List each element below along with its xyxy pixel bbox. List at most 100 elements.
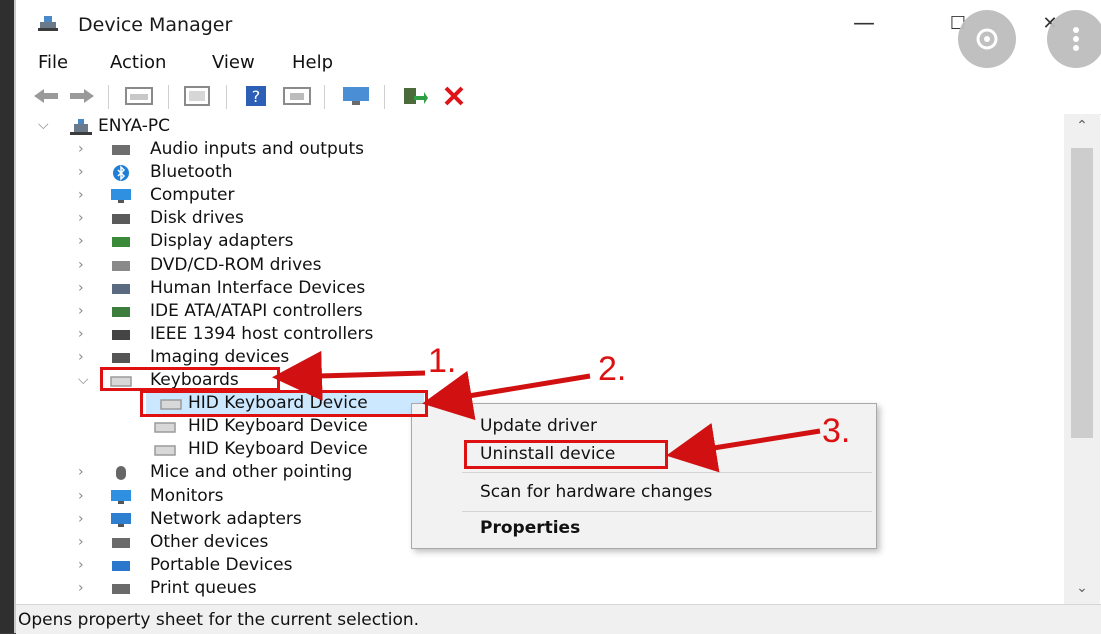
bluetooth-icon [113,165,129,182]
disk-drive-icon [112,214,130,225]
vertical-scrollbar[interactable]: ⌃ ⌄ [1064,114,1100,604]
tree-item-label: Monitors [150,485,224,506]
tree-category-item[interactable]: › Imaging devices [16,347,916,369]
unknown-device-icon [112,537,130,548]
menu-properties[interactable]: Properties [480,518,580,538]
tree-item-label: IEEE 1394 host controllers [150,323,374,344]
tree-item-label: Imaging devices [150,346,290,367]
monitor-icon [111,189,131,204]
monitor-toolbar-icon[interactable] [340,86,372,106]
tree-item-label: HID Keyboard Device [188,416,368,437]
chevron-right-icon[interactable]: › [78,326,84,342]
context-menu: Update driver Uninstall device Scan for … [411,403,877,549]
tree-category-item[interactable]: › Human Interface Devices [16,278,916,300]
highlight-uninstall [464,440,668,469]
uninstall-icon[interactable] [442,86,466,106]
network-icon [111,512,131,527]
chevron-right-icon[interactable]: › [78,257,84,273]
tree-category-item[interactable]: › IEEE 1394 host controllers [16,324,916,346]
monitor-icon [111,489,131,504]
chevron-right-icon[interactable]: › [78,511,84,527]
show-hide-console-tree-icon[interactable] [124,86,154,106]
svg-text:?: ? [252,87,261,106]
status-bar: Opens property sheet for the current sel… [16,604,1101,634]
chevron-down-icon[interactable]: ⌵ [78,372,89,388]
root-label: ENYA-PC [98,116,171,136]
properties-toolbar-icon[interactable] [182,86,212,106]
chevron-right-icon[interactable]: › [78,280,84,296]
tree-item-label: Mice and other pointing [150,462,353,483]
tree-item-label: Computer [150,185,235,206]
chevron-right-icon[interactable]: › [78,141,84,157]
view-icon[interactable] [282,86,312,106]
tree-item-label: Human Interface Devices [150,277,366,298]
menu-view[interactable]: View [212,52,255,73]
dvd-drive-icon [112,260,130,271]
portable-device-icon [112,560,130,571]
help-icon[interactable]: ? [244,86,270,106]
chevron-right-icon[interactable]: › [78,210,84,226]
tree-item-label: Display adapters [150,231,294,252]
chevron-right-icon[interactable]: › [78,557,84,573]
back-arrow-icon[interactable] [32,86,60,106]
keyboard-icon [154,445,176,457]
chevron-right-icon[interactable]: › [78,164,84,180]
chevron-right-icon[interactable]: › [78,187,84,203]
tree-category-item[interactable]: › Disk drives [16,208,916,230]
menu-separator [462,511,872,512]
mouse-icon [116,466,126,481]
hid-icon [112,283,130,294]
forward-arrow-icon[interactable] [68,86,96,106]
tree-category-item[interactable]: › Display adapters [16,231,916,253]
menu-update-driver[interactable]: Update driver [480,416,597,436]
printer-icon [112,583,130,594]
toolbar-separator [384,85,385,109]
annotation-step-1: 1. [428,342,457,380]
tree-root[interactable]: ⌵ ENYA-PC [16,116,616,138]
tree-category-item[interactable]: › Computer [16,185,916,207]
window-title: Device Manager [78,14,233,36]
tree-item-label: Disk drives [150,208,244,229]
menu-help[interactable]: Help [292,52,333,73]
device-manager-window: Device Manager — ☐ ✕ File Action View He… [14,0,1101,634]
scroll-down-icon[interactable]: ⌄ [1064,580,1100,596]
tree-category-item[interactable]: › Portable Devices [16,555,916,577]
tree-category-item[interactable]: › DVD/CD-ROM drives [16,255,916,277]
chevron-right-icon[interactable]: › [78,349,84,365]
menu-action[interactable]: Action [110,52,166,73]
computer-root-icon [70,119,92,135]
device-manager-icon [38,16,58,31]
menu-file[interactable]: File [38,52,68,73]
toolbar-separator [108,85,109,109]
tree-category-item[interactable]: › Audio inputs and outputs [16,139,916,161]
tree-category-item[interactable]: › Print queues [16,578,916,600]
tree-item-label: Other devices [150,531,269,552]
tree-item-label: DVD/CD-ROM drives [150,254,322,275]
menu-scan-hardware[interactable]: Scan for hardware changes [480,482,712,502]
minimize-button[interactable]: — [844,6,884,42]
camera-icon [112,352,130,363]
menu-bar: File Action View Help [16,46,1101,76]
display-adapter-icon [112,237,130,248]
chevron-right-icon[interactable]: › [78,580,84,596]
scrollbar-thumb[interactable] [1071,148,1093,438]
ieee1394-icon [112,329,130,340]
chevron-right-icon[interactable]: › [78,233,84,249]
annotation-step-3: 3. [822,412,851,450]
tree-category-item[interactable]: › Bluetooth [16,162,916,184]
chevron-right-icon[interactable]: › [78,488,84,504]
update-driver-icon[interactable] [400,86,428,106]
status-text: Opens property sheet for the current sel… [18,610,420,630]
scroll-up-icon[interactable]: ⌃ [1064,118,1100,134]
tree-item-label: Print queues [150,577,257,598]
chevron-right-icon[interactable]: › [78,464,84,480]
chevron-right-icon[interactable]: › [78,303,84,319]
toolbar: ? [16,78,1101,115]
toolbar-separator [324,85,325,109]
chevron-down-icon[interactable]: ⌵ [38,117,49,133]
title-bar: Device Manager — ☐ ✕ [16,0,1101,68]
chevron-right-icon[interactable]: › [78,534,84,550]
tree-item-label: HID Keyboard Device [188,439,368,460]
toolbar-separator [226,85,227,109]
tree-category-item[interactable]: › IDE ATA/ATAPI controllers [16,301,916,323]
